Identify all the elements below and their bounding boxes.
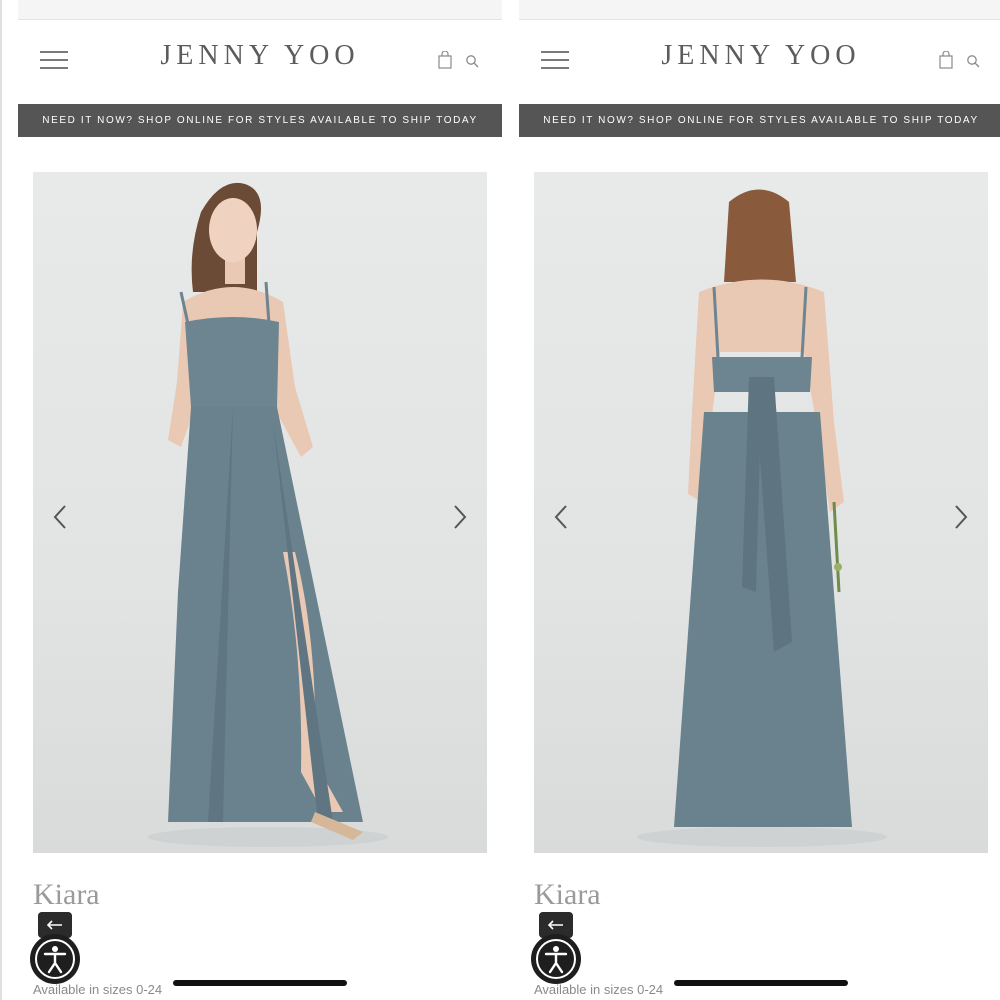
top-strip [18,0,502,20]
home-indicator [674,980,848,986]
search-icon[interactable] [465,54,479,68]
shopping-bag-icon[interactable] [438,51,452,69]
chevron-left-icon[interactable] [552,502,572,532]
chevron-left-icon[interactable] [51,502,71,532]
site-logo[interactable]: JENNY YOO [18,40,502,72]
home-indicator [173,980,347,986]
site-logo[interactable]: JENNY YOO [519,40,1000,72]
accessibility-icon[interactable] [28,932,82,986]
product-image-front[interactable] [33,172,487,853]
model-front-illustration [148,182,388,847]
chevron-right-icon[interactable] [950,502,970,532]
screenshot-panel-back: JENNY YOO NEED IT NOW? SHOP ONLINE FOR S… [519,0,1000,1000]
promo-banner[interactable]: NEED IT NOW? SHOP ONLINE FOR STYLES AVAI… [18,104,502,137]
product-name[interactable]: Kiara [33,878,100,912]
chevron-right-icon[interactable] [449,502,469,532]
product-name[interactable]: Kiara [534,878,601,912]
top-strip [519,0,1000,20]
window-edge [0,0,2,1000]
search-icon[interactable] [966,54,980,68]
accessibility-icon[interactable] [529,932,583,986]
promo-banner[interactable]: NEED IT NOW? SHOP ONLINE FOR STYLES AVAI… [519,104,1000,137]
shopping-bag-icon[interactable] [939,51,953,69]
model-back-illustration [637,189,887,847]
product-image-back[interactable] [534,172,988,853]
screenshot-panel-front: JENNY YOO NEED IT NOW? SHOP ONLINE FOR S… [18,0,502,1000]
